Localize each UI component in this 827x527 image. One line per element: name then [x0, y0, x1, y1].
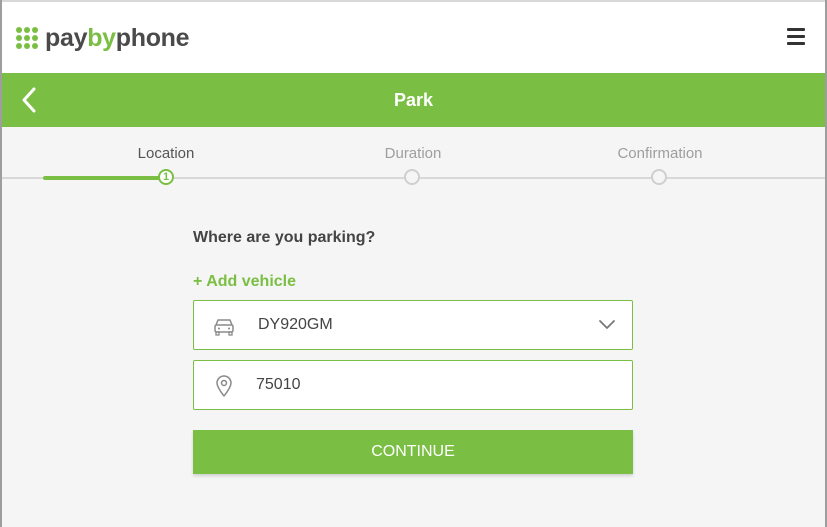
parking-question: Where are you parking? [193, 229, 376, 246]
progress-stepper: Location 1 Duration Confirmation [2, 127, 825, 187]
step-confirmation-label: Confirmation [617, 145, 703, 162]
hamburger-menu-icon[interactable] [787, 28, 805, 46]
step-confirmation-indicator [651, 169, 667, 185]
step-location-indicator: 1 [158, 169, 174, 185]
continue-button[interactable]: CONTINUE [193, 430, 633, 474]
main-content: Where are you parking? + Add vehicle DY9… [2, 187, 825, 527]
add-vehicle-link[interactable]: + Add vehicle [193, 273, 296, 291]
chevron-left-icon [22, 87, 36, 113]
location-pin-icon [216, 375, 232, 397]
step-duration-label: Duration [384, 145, 442, 162]
vehicle-select-value: DY920GM [258, 316, 333, 333]
location-field[interactable] [193, 360, 633, 410]
stepper-progress-fill [43, 176, 166, 180]
app-frame: paybyphone Park Location 1 Duration Conf… [0, 0, 827, 527]
title-bar: Park [2, 73, 825, 127]
logo-text: paybyphone [45, 24, 190, 52]
step-location-label: Location [137, 145, 195, 162]
logo-grid-icon [16, 27, 38, 49]
chevron-down-icon [599, 320, 615, 329]
step-duration-indicator [404, 169, 420, 185]
paybyphone-logo[interactable]: paybyphone [16, 24, 190, 52]
vehicle-select[interactable]: DY920GM [193, 300, 633, 350]
back-button[interactable] [16, 86, 44, 114]
car-icon [214, 319, 234, 336]
location-input[interactable] [256, 361, 616, 409]
page-title: Park [393, 90, 434, 110]
top-header: paybyphone [2, 2, 825, 73]
window-left-border [0, 0, 2, 527]
